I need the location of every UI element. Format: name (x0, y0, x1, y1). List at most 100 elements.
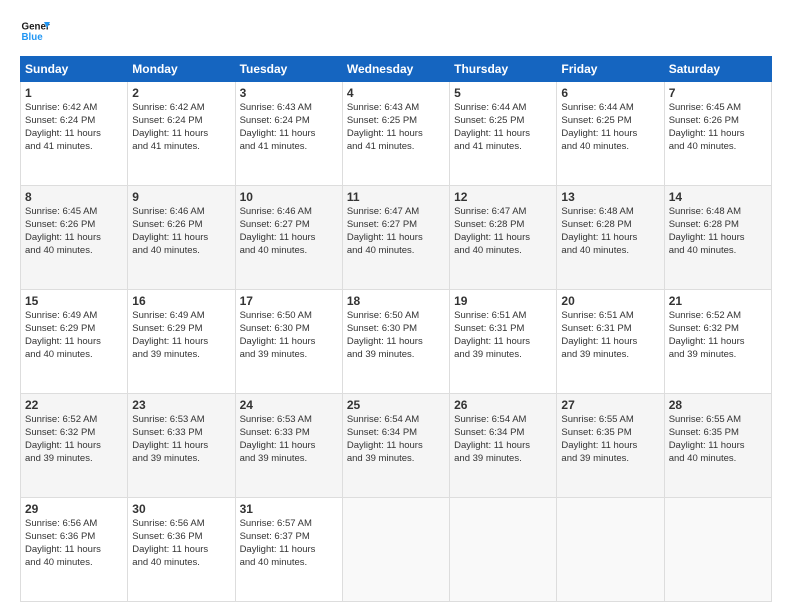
cell-info: Sunset: 6:33 PM (132, 427, 230, 440)
cell-info: and 40 minutes. (669, 141, 767, 154)
calendar-cell: 28Sunrise: 6:55 AMSunset: 6:35 PMDayligh… (664, 394, 771, 498)
cell-info: Sunrise: 6:53 AM (132, 414, 230, 427)
day-number: 19 (454, 293, 552, 309)
cell-info: Daylight: 11 hours (347, 128, 445, 141)
day-number: 16 (132, 293, 230, 309)
col-header-sunday: Sunday (21, 57, 128, 82)
calendar-cell: 8Sunrise: 6:45 AMSunset: 6:26 PMDaylight… (21, 186, 128, 290)
cell-info: Daylight: 11 hours (347, 440, 445, 453)
calendar-cell: 5Sunrise: 6:44 AMSunset: 6:25 PMDaylight… (450, 82, 557, 186)
calendar-cell: 9Sunrise: 6:46 AMSunset: 6:26 PMDaylight… (128, 186, 235, 290)
day-number: 13 (561, 189, 659, 205)
cell-info: Sunset: 6:24 PM (132, 115, 230, 128)
cell-info: and 39 minutes. (561, 453, 659, 466)
day-number: 1 (25, 85, 123, 101)
cell-info: Sunset: 6:31 PM (561, 323, 659, 336)
day-number: 18 (347, 293, 445, 309)
cell-info: Sunrise: 6:48 AM (561, 206, 659, 219)
cell-info: and 39 minutes. (132, 349, 230, 362)
cell-info: Daylight: 11 hours (454, 128, 552, 141)
cell-info: Sunset: 6:25 PM (347, 115, 445, 128)
calendar-cell: 22Sunrise: 6:52 AMSunset: 6:32 PMDayligh… (21, 394, 128, 498)
day-number: 2 (132, 85, 230, 101)
calendar-cell: 13Sunrise: 6:48 AMSunset: 6:28 PMDayligh… (557, 186, 664, 290)
cell-info: and 40 minutes. (669, 453, 767, 466)
cell-info: Daylight: 11 hours (669, 440, 767, 453)
cell-info: Sunset: 6:30 PM (240, 323, 338, 336)
cell-info: Sunset: 6:25 PM (561, 115, 659, 128)
day-number: 26 (454, 397, 552, 413)
cell-info: Sunset: 6:26 PM (132, 219, 230, 232)
day-number: 12 (454, 189, 552, 205)
calendar-cell: 6Sunrise: 6:44 AMSunset: 6:25 PMDaylight… (557, 82, 664, 186)
cell-info: Sunset: 6:25 PM (454, 115, 552, 128)
cell-info: Daylight: 11 hours (240, 336, 338, 349)
cell-info: Daylight: 11 hours (240, 232, 338, 245)
cell-info: Sunrise: 6:45 AM (25, 206, 123, 219)
cell-info: Sunrise: 6:55 AM (669, 414, 767, 427)
cell-info: Daylight: 11 hours (25, 336, 123, 349)
calendar-cell: 15Sunrise: 6:49 AMSunset: 6:29 PMDayligh… (21, 290, 128, 394)
cell-info: Sunset: 6:29 PM (25, 323, 123, 336)
cell-info: Sunset: 6:31 PM (454, 323, 552, 336)
day-number: 24 (240, 397, 338, 413)
cell-info: and 40 minutes. (25, 245, 123, 258)
cell-info: Sunrise: 6:55 AM (561, 414, 659, 427)
calendar-cell: 11Sunrise: 6:47 AMSunset: 6:27 PMDayligh… (342, 186, 449, 290)
cell-info: and 40 minutes. (132, 557, 230, 570)
cell-info: Daylight: 11 hours (561, 232, 659, 245)
calendar-cell (664, 498, 771, 602)
col-header-monday: Monday (128, 57, 235, 82)
cell-info: Sunrise: 6:48 AM (669, 206, 767, 219)
calendar-cell: 29Sunrise: 6:56 AMSunset: 6:36 PMDayligh… (21, 498, 128, 602)
day-number: 27 (561, 397, 659, 413)
cell-info: Sunset: 6:32 PM (669, 323, 767, 336)
cell-info: Daylight: 11 hours (561, 440, 659, 453)
calendar-cell: 4Sunrise: 6:43 AMSunset: 6:25 PMDaylight… (342, 82, 449, 186)
day-number: 11 (347, 189, 445, 205)
day-number: 14 (669, 189, 767, 205)
cell-info: and 40 minutes. (25, 349, 123, 362)
day-number: 21 (669, 293, 767, 309)
cell-info: Sunset: 6:35 PM (561, 427, 659, 440)
cell-info: and 40 minutes. (25, 557, 123, 570)
day-number: 6 (561, 85, 659, 101)
cell-info: and 39 minutes. (454, 349, 552, 362)
cell-info: and 39 minutes. (240, 453, 338, 466)
cell-info: and 41 minutes. (454, 141, 552, 154)
cell-info: and 39 minutes. (25, 453, 123, 466)
calendar-cell: 31Sunrise: 6:57 AMSunset: 6:37 PMDayligh… (235, 498, 342, 602)
col-header-saturday: Saturday (664, 57, 771, 82)
day-number: 15 (25, 293, 123, 309)
cell-info: Sunrise: 6:43 AM (240, 102, 338, 115)
day-number: 17 (240, 293, 338, 309)
cell-info: and 40 minutes. (240, 245, 338, 258)
cell-info: Daylight: 11 hours (132, 440, 230, 453)
cell-info: Daylight: 11 hours (669, 128, 767, 141)
day-number: 23 (132, 397, 230, 413)
cell-info: Sunrise: 6:49 AM (132, 310, 230, 323)
cell-info: Daylight: 11 hours (132, 544, 230, 557)
calendar-cell: 25Sunrise: 6:54 AMSunset: 6:34 PMDayligh… (342, 394, 449, 498)
calendar-cell: 18Sunrise: 6:50 AMSunset: 6:30 PMDayligh… (342, 290, 449, 394)
day-number: 22 (25, 397, 123, 413)
cell-info: Sunrise: 6:52 AM (669, 310, 767, 323)
cell-info: Daylight: 11 hours (454, 336, 552, 349)
cell-info: and 40 minutes. (561, 141, 659, 154)
cell-info: Sunrise: 6:51 AM (454, 310, 552, 323)
cell-info: Daylight: 11 hours (240, 128, 338, 141)
cell-info: Sunset: 6:36 PM (132, 531, 230, 544)
cell-info: Sunset: 6:27 PM (347, 219, 445, 232)
cell-info: and 39 minutes. (347, 349, 445, 362)
cell-info: and 39 minutes. (454, 453, 552, 466)
cell-info: Sunrise: 6:56 AM (132, 518, 230, 531)
cell-info: and 39 minutes. (347, 453, 445, 466)
cell-info: Sunrise: 6:56 AM (25, 518, 123, 531)
cell-info: Sunset: 6:34 PM (454, 427, 552, 440)
cell-info: Sunrise: 6:44 AM (454, 102, 552, 115)
cell-info: Sunrise: 6:46 AM (240, 206, 338, 219)
calendar-cell: 14Sunrise: 6:48 AMSunset: 6:28 PMDayligh… (664, 186, 771, 290)
cell-info: and 39 minutes. (132, 453, 230, 466)
cell-info: and 39 minutes. (669, 349, 767, 362)
cell-info: Daylight: 11 hours (561, 128, 659, 141)
